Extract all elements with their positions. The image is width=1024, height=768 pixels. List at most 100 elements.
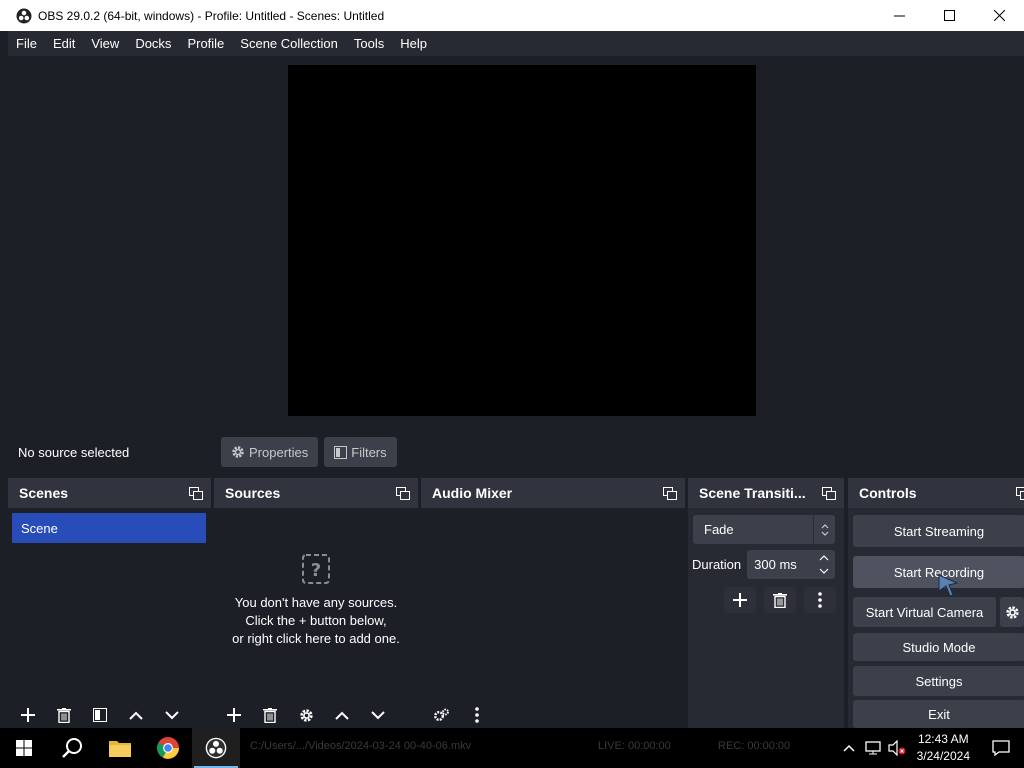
chevron-up-icon (843, 744, 855, 752)
filters-button[interactable]: Filters (324, 437, 397, 467)
remove-transition-button[interactable] (764, 587, 796, 613)
start-streaming-label: Start Streaming (893, 523, 985, 539)
menu-help[interactable]: Help (392, 36, 435, 51)
plus-icon (227, 708, 241, 722)
trash-icon (773, 592, 787, 608)
scenes-dock-header[interactable]: Scenes (8, 478, 211, 508)
search-icon (62, 738, 82, 758)
menu-scene-collection[interactable]: Scene Collection (232, 36, 346, 51)
chrome-button[interactable] (144, 728, 192, 768)
move-source-down-button[interactable] (363, 703, 393, 727)
start-button[interactable] (0, 728, 48, 768)
sources-list[interactable]: ? You don't have any sources. Click the … (214, 508, 418, 728)
clock[interactable]: 12:43 AM 3/24/2024 (909, 731, 978, 765)
duration-row: Duration 300 ms (692, 550, 836, 579)
obs-logo-icon (16, 8, 32, 23)
minimize-button[interactable] (874, 0, 924, 31)
gear-icon (232, 446, 244, 458)
maximize-button[interactable] (924, 0, 974, 31)
properties-label: Properties (249, 444, 309, 460)
gears-icon (433, 708, 449, 721)
add-scene-button[interactable] (13, 703, 43, 727)
controls-dock-title: Controls (859, 485, 917, 501)
remove-scene-button[interactable] (49, 703, 79, 727)
scene-transitions-dock-header[interactable]: Scene Transiti... (688, 478, 844, 508)
notification-icon (992, 740, 1010, 756)
duration-label: Duration (692, 557, 742, 572)
clock-date: 3/24/2024 (916, 749, 970, 763)
menu-tools[interactable]: Tools (346, 36, 392, 51)
sources-dock-header[interactable]: Sources (214, 478, 418, 508)
properties-button[interactable]: Properties (221, 437, 319, 467)
duration-spin-arrows[interactable] (813, 550, 835, 579)
scene-transitions-dock-title: Scene Transiti... (699, 485, 806, 501)
question-icon: ? (302, 554, 330, 584)
source-properties-button[interactable] (291, 703, 321, 727)
menu-file[interactable]: File (8, 36, 45, 51)
start-streaming-button[interactable]: Start Streaming (853, 515, 1024, 547)
scene-list-item[interactable]: Scene (12, 513, 206, 543)
obs-taskbar-button[interactable] (192, 728, 240, 768)
undock-icon[interactable] (1016, 486, 1024, 500)
virtual-camera-config-button[interactable] (1000, 597, 1024, 627)
title-bar: OBS 29.0.2 (64-bit, windows) - Profile: … (0, 0, 1024, 31)
chrome-icon (157, 737, 179, 759)
undock-icon[interactable] (189, 486, 203, 500)
move-source-up-button[interactable] (327, 703, 357, 727)
duration-spinbox[interactable]: 300 ms (747, 550, 836, 579)
file-explorer-button[interactable] (96, 728, 144, 768)
chevron-up-down-icon (821, 523, 828, 536)
scenes-footer (8, 702, 211, 728)
settings-button[interactable]: Settings (853, 666, 1024, 696)
menu-view[interactable]: View (83, 36, 127, 51)
exit-button[interactable]: Exit (853, 700, 1024, 728)
scenes-dock-title: Scenes (19, 485, 69, 501)
network-button[interactable] (861, 728, 885, 768)
undock-icon[interactable] (663, 486, 677, 500)
start-virtual-camera-button[interactable]: Start Virtual Camera (853, 597, 996, 627)
scenes-list[interactable]: Scene (8, 508, 211, 728)
menu-profile[interactable]: Profile (179, 36, 232, 51)
filters-label: Filters (351, 444, 387, 460)
add-transition-button[interactable] (724, 587, 756, 613)
preview-canvas[interactable] (288, 65, 756, 416)
maximize-icon (943, 10, 955, 21)
filter-icon (334, 445, 348, 459)
menu-edit[interactable]: Edit (45, 36, 83, 51)
move-scene-down-button[interactable] (157, 703, 187, 727)
recording-path-text: C:/Users/.../Videos/2024-03-24 00-40-06.… (250, 740, 472, 752)
remove-source-button[interactable] (255, 703, 285, 727)
studio-mode-button[interactable]: Studio Mode (853, 633, 1024, 661)
audio-mixer-menu-button[interactable] (462, 703, 492, 727)
source-status-label: No source selected (18, 444, 130, 460)
svg-text:?: ? (311, 560, 321, 581)
close-button[interactable] (974, 0, 1024, 31)
show-hidden-icons-button[interactable] (837, 728, 861, 768)
controls-dock-header[interactable]: Controls (848, 478, 1024, 508)
virtual-camera-row: Start Virtual Camera (853, 597, 1024, 627)
source-toolbar: No source selected Properties Filters (8, 429, 1024, 475)
undock-icon[interactable] (822, 486, 836, 500)
search-button[interactable] (48, 728, 96, 768)
advanced-audio-properties-button[interactable] (426, 703, 456, 727)
trash-icon (263, 707, 277, 723)
audio-mixer-dock-header[interactable]: Audio Mixer (421, 478, 685, 508)
volume-button[interactable] (885, 728, 909, 768)
transition-select-arrows[interactable] (813, 515, 835, 544)
chevron-up-icon (335, 711, 349, 720)
move-scene-up-button[interactable] (121, 703, 151, 727)
notifications-button[interactable] (978, 728, 1024, 768)
transition-select[interactable]: Fade (693, 515, 835, 544)
transition-buttons (724, 587, 844, 613)
trash-icon (57, 707, 71, 723)
transition-menu-button[interactable] (804, 587, 836, 613)
preview-area[interactable] (8, 56, 1024, 429)
undock-icon[interactable] (396, 486, 410, 500)
add-source-button[interactable] (219, 703, 249, 727)
menu-docks[interactable]: Docks (127, 36, 179, 51)
mouse-cursor-icon (938, 574, 959, 597)
scene-item-label: Scene (21, 520, 58, 536)
transition-selected-value: Fade (704, 522, 734, 537)
scene-filters-button[interactable] (85, 703, 115, 727)
empty-sources-line-3: or right click here to add one. (232, 631, 400, 646)
